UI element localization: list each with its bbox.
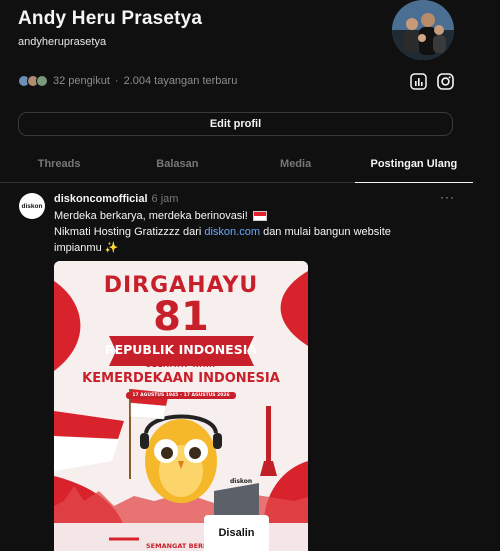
post-username[interactable]: diskoncomofficial (54, 193, 148, 205)
more-options-icon[interactable]: ··· (440, 190, 455, 204)
tab-balasan[interactable]: Balasan (118, 150, 236, 182)
post-line-2-prefix: Nikmati Hosting Gratizzzz dari (54, 226, 205, 238)
copied-toast: Disalin (204, 515, 269, 551)
edit-profile-button[interactable]: Edit profil (18, 112, 453, 136)
profile-name: Andy Heru Prasetya (18, 8, 203, 29)
poster-subtitle-small: SELAMAT HARI (145, 361, 217, 369)
post-header: diskoncomofficial 6 jam (54, 193, 178, 205)
stats-separator: · (114, 75, 119, 87)
instagram-icon[interactable] (437, 73, 454, 90)
post-text: Merdeka berkarya, merdeka berinovasi! Ni… (54, 208, 454, 256)
post-line-1: Merdeka berkarya, merdeka berinovasi! (54, 210, 248, 222)
profile-tabs: Threads Balasan Media Postingan Ulang (0, 150, 474, 183)
followers-count[interactable]: 32 pengikut (53, 75, 110, 87)
profile-handle: andyheruprasetya (18, 36, 107, 48)
tab-postingan-ulang[interactable]: Postingan Ulang (354, 150, 474, 183)
poster-number: 81 (153, 294, 209, 340)
views-count: 2.004 tayangan terbaru (123, 75, 238, 87)
profile-stats[interactable]: 32 pengikut · 2.004 tayangan terbaru (18, 75, 237, 87)
post-link[interactable]: diskon.com (204, 226, 260, 238)
poster-dates: 17 AGUSTUS 1945 – 17 AGUSTUS 2026 (126, 392, 236, 399)
profile-avatar[interactable] (392, 0, 454, 60)
poster-banner: REPUBLIK INDONESIA (104, 342, 258, 357)
post-line-3: impianmu ✨ (54, 242, 119, 254)
tab-media[interactable]: Media (237, 150, 355, 182)
post-image[interactable]: DIRGAHAYU 81 REPUBLIK INDONESIA SELAMAT … (54, 261, 308, 551)
post-time: 6 jam (151, 193, 179, 205)
post-author-avatar[interactable]: diskon (19, 193, 45, 219)
poster-brand: diskon (230, 478, 253, 485)
indonesia-flag-icon (252, 211, 267, 222)
tab-threads[interactable]: Threads (0, 150, 118, 182)
poster-subtitle-big: KEMERDEKAAN INDONESIA (82, 371, 280, 386)
follower-avatars (18, 75, 48, 87)
bar-chart-icon[interactable] (410, 73, 427, 90)
post-line-2-suffix: dan mulai bangun website (260, 226, 391, 238)
